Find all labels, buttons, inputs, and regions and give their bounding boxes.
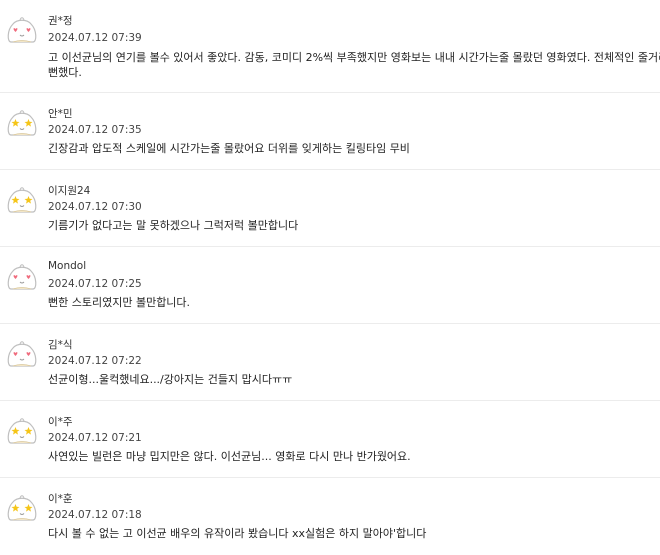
review-date: 2024.07.12 07:25: [48, 278, 142, 290]
review-date: 2024.07.12 07:30: [48, 201, 142, 213]
heart-eyes-egg-avatar-icon: [5, 336, 39, 370]
review-date: 2024.07.12 07:18: [48, 509, 142, 521]
star-eyes-egg-avatar-icon: [5, 490, 39, 524]
review-content-line: 뻔했다.: [48, 66, 82, 79]
star-eyes-egg-avatar-icon: [5, 105, 39, 139]
reviewer-nickname: 권*정: [48, 15, 73, 27]
reviewer-nickname: 이*주: [48, 416, 73, 428]
review-item: 김*식 2024.07.12 07:22 선균이형...울컥했네요.../강아지…: [0, 324, 660, 401]
review-content-line: 고 이선균님의 연기를 볼수 있어서 좋았다. 감동, 코미디 2%씩 부족했지…: [48, 51, 660, 64]
heart-eyes-egg-avatar-icon: [5, 12, 39, 46]
review-content: 기름기가 없다고는 말 못하겠으나 그럭저럭 볼만합니다: [48, 219, 299, 232]
review-content: 뻔한 스토리였지만 볼만합니다.: [48, 296, 191, 309]
reviewer-nickname: 이*훈: [48, 493, 73, 505]
review-date: 2024.07.12 07:39: [48, 32, 142, 44]
review-item: 이지원24 2024.07.12 07:30 기름기가 없다고는 말 못하겠으나…: [0, 170, 660, 247]
review-item: 이*훈 2024.07.12 07:18 다시 볼 수 없는 고 이선균 배우의…: [0, 478, 660, 555]
reviewer-nickname: 이지원24: [48, 185, 91, 197]
review-item: 권*정 2024.07.12 07:39 고 이선균님의 연기를 볼수 있어서 …: [0, 0, 660, 93]
reviewer-nickname: 안*민: [48, 108, 73, 120]
review-date: 2024.07.12 07:35: [48, 124, 142, 136]
star-eyes-egg-avatar-icon: [5, 413, 39, 447]
review-date: 2024.07.12 07:22: [48, 355, 142, 367]
heart-eyes-egg-avatar-icon: [5, 259, 39, 293]
review-date: 2024.07.12 07:21: [48, 432, 142, 444]
review-content: 사연있는 빌런은 마냥 밉지만은 않다. 이선균님... 영화로 다시 만나 반…: [48, 450, 411, 463]
review-item: Mondol 2024.07.12 07:25 뻔한 스토리였지만 볼만합니다.: [0, 247, 660, 324]
reviewer-nickname: Mondol: [48, 260, 87, 272]
review-content: 고 이선균님의 연기를 볼수 있어서 좋았다. 감동, 코미디 2%씩 부족했지…: [48, 50, 660, 80]
review-content: 긴장감과 압도적 스케일에 시간가는줄 몰랐어요 더위를 잊게하는 킬링타임 무…: [48, 142, 410, 155]
review-list: 권*정 2024.07.12 07:39 고 이선균님의 연기를 볼수 있어서 …: [0, 0, 660, 555]
reviewer-nickname: 김*식: [48, 339, 73, 351]
review-item: 안*민 2024.07.12 07:35 긴장감과 압도적 스케일에 시간가는줄…: [0, 93, 660, 170]
review-content: 선균이형...울컥했네요.../강아지는 건들지 맙시다ㅠㅠ: [48, 373, 293, 386]
review-content: 다시 볼 수 없는 고 이선균 배우의 유작이라 봤습니다 xx실험은 하지 말…: [48, 527, 427, 540]
review-item: 이*주 2024.07.12 07:21 사연있는 빌런은 마냥 밉지만은 않다…: [0, 401, 660, 478]
star-eyes-egg-avatar-icon: [5, 182, 39, 216]
